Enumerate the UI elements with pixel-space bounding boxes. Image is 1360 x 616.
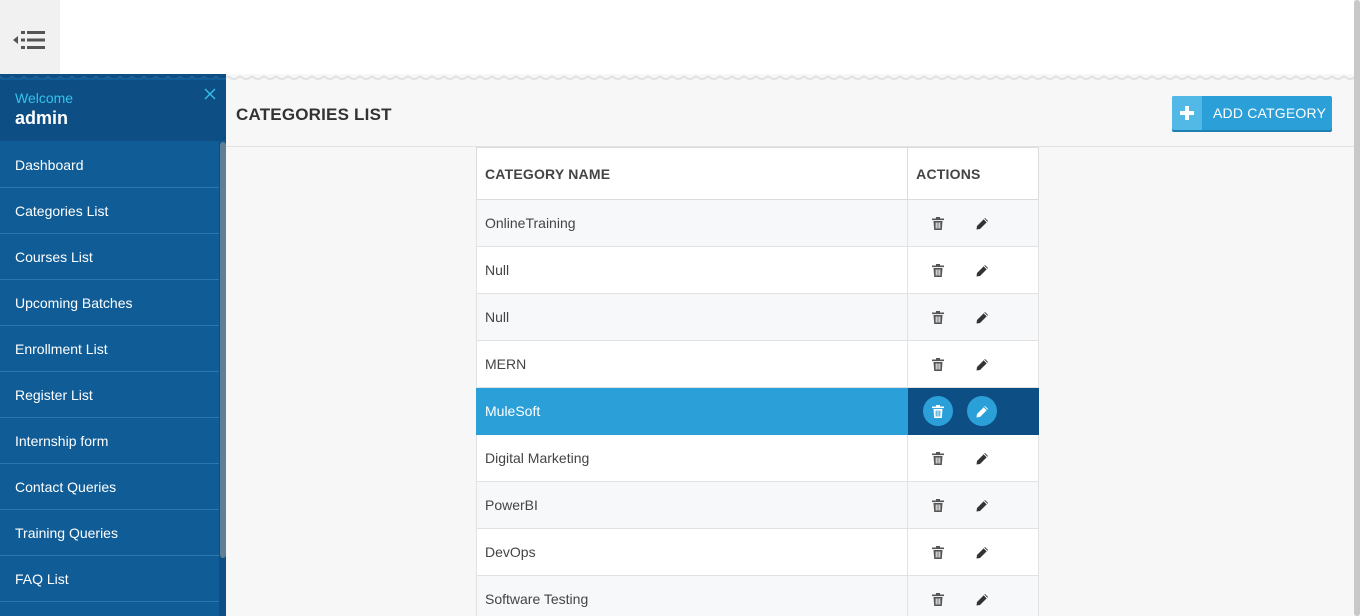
trash-icon[interactable] [928, 542, 948, 562]
trash-icon[interactable] [928, 495, 948, 515]
content-header: CATEGORIES LIST ADD CATGEORY [226, 84, 1354, 147]
categories-table: CATEGORY NAME ACTIONS OnlineTraining Null… [475, 147, 1039, 616]
table-row[interactable]: MuleSoft [475, 387, 1039, 435]
trash-icon[interactable] [928, 589, 948, 609]
page-scrollbar-thumb[interactable] [1354, 0, 1360, 616]
category-name-cell: PowerBI [475, 481, 909, 529]
sidebar-toggle-button[interactable] [0, 0, 60, 80]
top-bar [0, 0, 1354, 80]
pencil-icon[interactable] [972, 589, 992, 609]
category-name-cell: MERN [475, 340, 909, 388]
sidebar-item-dashboard[interactable]: Dashboard [0, 142, 219, 188]
sidebar: Welcome admin Dashboard Categories List … [0, 80, 226, 616]
sidebar-item-register-list[interactable]: Register List [0, 372, 219, 418]
menu-collapse-icon [13, 31, 45, 49]
table-row[interactable]: DevOps [475, 528, 1039, 576]
actions-cell [907, 575, 1039, 616]
actions-cell [907, 293, 1039, 341]
table-header-row: CATEGORY NAME ACTIONS [475, 147, 1039, 200]
category-name-cell: Digital Marketing [475, 434, 909, 482]
add-category-button[interactable]: ADD CATGEORY [1172, 96, 1332, 130]
page-title: CATEGORIES LIST [236, 105, 392, 124]
sidebar-item-faq-list[interactable]: FAQ List [0, 556, 219, 602]
sidebar-item-contact-queries[interactable]: Contact Queries [0, 464, 219, 510]
sidebar-header: Welcome admin [0, 80, 226, 141]
welcome-label: Welcome [15, 90, 74, 106]
pencil-icon[interactable] [972, 260, 992, 280]
pencil-icon[interactable] [972, 495, 992, 515]
table-row[interactable]: Software Testing [475, 575, 1039, 616]
pencil-icon[interactable] [972, 213, 992, 233]
sidebar-item-categories-list[interactable]: Categories List [0, 188, 219, 234]
sidebar-item-courses-list[interactable]: Courses List [0, 234, 219, 280]
sidebar-scrollbar[interactable] [219, 142, 226, 616]
category-name-cell: MuleSoft [475, 387, 909, 435]
actions-cell [907, 199, 1039, 247]
close-icon[interactable] [204, 88, 216, 100]
actions-cell [907, 387, 1039, 435]
table-row[interactable]: PowerBI [475, 481, 1039, 529]
table-row[interactable]: Digital Marketing [475, 434, 1039, 482]
column-header-category-name: CATEGORY NAME [475, 147, 909, 200]
actions-cell [907, 481, 1039, 529]
add-category-label: ADD CATGEORY [1213, 105, 1327, 121]
trash-icon[interactable] [928, 354, 948, 374]
sidebar-item-upcoming-batches[interactable]: Upcoming Batches [0, 280, 219, 326]
sidebar-item-enrollment-list[interactable]: Enrollment List [0, 326, 219, 372]
category-name-cell: Software Testing [475, 575, 909, 616]
page-scrollbar[interactable] [1354, 0, 1360, 616]
sidebar-menu: Dashboard Categories List Courses List U… [0, 142, 219, 602]
pencil-icon[interactable] [972, 542, 992, 562]
category-name-cell: DevOps [475, 528, 909, 576]
sidebar-item-internship-form[interactable]: Internship form [0, 418, 219, 464]
trash-icon[interactable] [928, 448, 948, 468]
pencil-icon[interactable] [967, 396, 998, 426]
pencil-icon[interactable] [972, 448, 992, 468]
trash-icon[interactable] [928, 213, 948, 233]
category-name-cell: OnlineTraining [475, 199, 909, 247]
actions-cell [907, 246, 1039, 294]
trash-icon[interactable] [923, 396, 954, 426]
sidebar-scrollbar-thumb[interactable] [220, 142, 226, 558]
table-row[interactable]: Null [475, 246, 1039, 294]
column-header-actions: ACTIONS [907, 147, 1039, 200]
table-row[interactable]: MERN [475, 340, 1039, 388]
username: admin [15, 108, 69, 128]
category-name-cell: Null [475, 293, 909, 341]
trash-icon[interactable] [928, 260, 948, 280]
table-row[interactable]: Null [475, 293, 1039, 341]
table-row[interactable]: OnlineTraining [475, 199, 1039, 247]
plus-icon [1172, 96, 1202, 130]
actions-cell [907, 528, 1039, 576]
sidebar-item-training-queries[interactable]: Training Queries [0, 510, 219, 556]
actions-cell [907, 434, 1039, 482]
pencil-icon[interactable] [972, 354, 992, 374]
category-name-cell: Null [475, 246, 909, 294]
pencil-icon[interactable] [972, 307, 992, 327]
trash-icon[interactable] [928, 307, 948, 327]
actions-cell [907, 340, 1039, 388]
